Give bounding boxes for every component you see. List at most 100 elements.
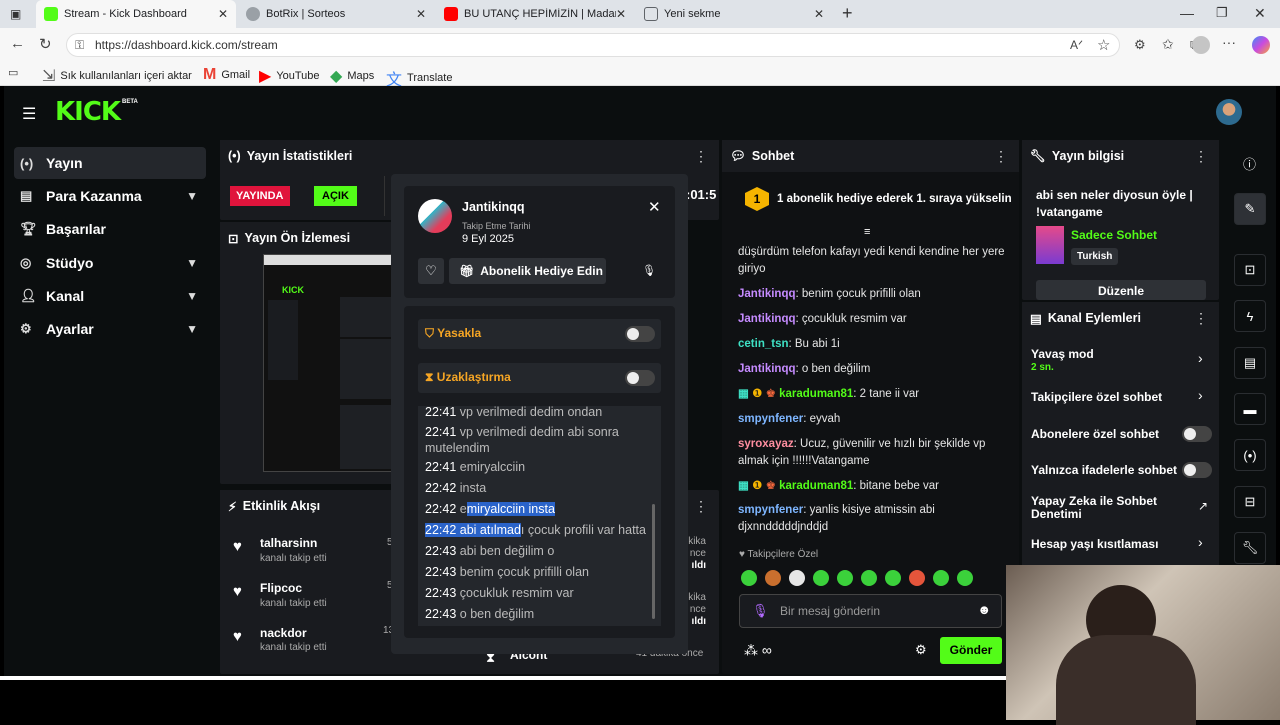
layout-tool-button[interactable]: ⊟	[1234, 486, 1266, 518]
extension-icon[interactable]: ⚙	[1134, 37, 1146, 53]
external-link-icon[interactable]: ↗	[1198, 499, 1208, 513]
heart-icon: ♥	[233, 628, 242, 645]
emote-icon	[789, 570, 805, 586]
url-field[interactable]: ⚿ https://dashboard.kick.com/stream	[66, 33, 1120, 57]
bookmark-youtube[interactable]: ▶ YouTube	[259, 66, 320, 86]
settings-tool-button[interactable]: 🔧︎	[1234, 532, 1266, 564]
bookmark-gmail[interactable]: M Gmail	[203, 66, 250, 84]
info-icon[interactable]: ⓘ	[1243, 154, 1256, 173]
user-message-log[interactable]: 22:41 vp verilmedi dedim ondan 22:41 vp …	[418, 406, 661, 626]
reload-icon[interactable]: ↻	[39, 35, 52, 53]
close-window-icon[interactable]: ✕	[1254, 5, 1266, 22]
reading-list-icon[interactable]: ▭	[8, 66, 18, 79]
subscribers-chat-toggle[interactable]	[1182, 426, 1212, 442]
category-name[interactable]: Sadece Sohbet	[1071, 228, 1157, 242]
bookmark-label: Gmail	[221, 69, 251, 81]
hamburger-menu-icon[interactable]: ☰	[22, 104, 36, 124]
sidebar-item-label: Para Kazanma	[46, 188, 142, 204]
stream-info-menu-icon[interactable]: ⋮	[1194, 148, 1268, 165]
browser-tab-botrix[interactable]: BotRix | Sorteos ✕	[238, 0, 434, 28]
filter-icon[interactable]: ≡	[864, 226, 870, 238]
chat-tool-button[interactable]: ▬	[1234, 393, 1266, 425]
list-icon: ▤	[1030, 311, 1042, 326]
chat-input[interactable]: 🎙︎ Bir mesaj gönderin ☻	[739, 594, 1002, 628]
sidebar-item-studyo[interactable]: ◎ Stüdyo ▼	[14, 247, 206, 279]
chat-settings-icon[interactable]: ⚙	[915, 642, 927, 658]
account-age-label[interactable]: Hesap yaşı kısıtlaması	[1031, 537, 1158, 551]
followers-chat-label[interactable]: Takipçilere özel sohbet	[1031, 390, 1162, 404]
new-tab-button[interactable]: +	[842, 3, 853, 24]
sidebar-item-label: Kanal	[46, 288, 85, 304]
notes-tool-button[interactable]: ▤	[1234, 347, 1266, 379]
close-tab-icon[interactable]: ✕	[615, 7, 626, 21]
gift-leaderboard-text[interactable]: 1 abonelik hediye ederek 1. sıraya yükse…	[777, 193, 1012, 205]
points-icon[interactable]: ⁂ ∞	[744, 642, 772, 659]
close-tab-icon[interactable]: ✕	[218, 7, 228, 21]
favorite-star-icon[interactable]: ☆	[1097, 36, 1110, 54]
user-avatar[interactable]	[1216, 99, 1242, 125]
sidebar-item-ayarlar[interactable]: ⚙ Ayarlar ▼	[14, 313, 206, 345]
action-tool-button[interactable]: ϟ	[1234, 300, 1266, 332]
emote-icon	[885, 570, 901, 586]
stream-preview-video[interactable]: KICK	[263, 254, 399, 472]
edit-tool-button[interactable]: ✎	[1234, 193, 1266, 225]
pencil-icon: ✎	[1244, 201, 1256, 216]
maximize-icon[interactable]: ❐	[1216, 5, 1228, 21]
follow-heart-button[interactable]: ♡	[418, 258, 444, 284]
close-tab-icon[interactable]: ✕	[814, 7, 824, 21]
tab-actions-icon[interactable]: ▣	[10, 7, 21, 21]
preview-stats	[340, 297, 396, 337]
browser-tab-youtube[interactable]: BU UTANÇ HEPİMİZİN | Madara C ✕	[436, 0, 634, 28]
mic-icon[interactable]: 🎙︎	[752, 603, 769, 619]
close-tab-icon[interactable]: ✕	[416, 7, 426, 21]
chevron-right-icon[interactable]: ›	[1198, 350, 1203, 366]
mute-mic-icon[interactable]: 🎙︎	[642, 264, 656, 277]
close-icon[interactable]: ✕	[648, 198, 661, 216]
emote-only-toggle[interactable]	[1182, 462, 1212, 478]
edit-stream-button[interactable]: Düzenle	[1036, 280, 1206, 300]
crown-badge-icon: ♚	[765, 480, 776, 492]
log-scrollbar[interactable]	[652, 504, 655, 619]
wallet-icon: ▤	[20, 188, 33, 203]
chevron-right-icon[interactable]: ›	[1198, 534, 1203, 550]
sidebar-item-yayin[interactable]: (•) Yayın	[14, 147, 206, 179]
emote-icon	[765, 570, 781, 586]
sidebar-item-kanal[interactable]: 👤︎ Kanal ▼	[14, 280, 206, 312]
bookmark-maps[interactable]: ◆ Maps	[330, 66, 374, 86]
read-aloud-icon[interactable]: Aᐟ	[1070, 38, 1083, 52]
browser-tab-kick[interactable]: Stream - Kick Dashboard ✕	[36, 0, 236, 28]
kick-logo[interactable]: KICK	[55, 97, 121, 127]
event-username[interactable]: nackdor	[260, 626, 307, 640]
sidebar-item-basarilar[interactable]: 🏆︎ Başarılar	[14, 213, 206, 245]
sidebar-item-para-kazanma[interactable]: ▤ Para Kazanma ▼	[14, 180, 206, 212]
event-username[interactable]: talharsinn	[260, 536, 317, 550]
sidebar-item-label: Ayarlar	[46, 321, 94, 337]
emoji-icon[interactable]: ☻	[977, 602, 991, 617]
bookmark-import[interactable]: ⇲ Sık kullanılanları içeri aktar	[42, 66, 192, 86]
more-menu-icon[interactable]: ···	[1222, 34, 1236, 50]
favorites-icon[interactable]: ✩	[1162, 36, 1174, 53]
browser-tab-new[interactable]: Yeni sekme ✕	[636, 0, 832, 28]
site-info-icon[interactable]: ⚿	[75, 34, 84, 56]
chat-message: syroxayaz: Ucuz, güvenilir ve hızlı bir …	[738, 438, 986, 467]
ban-toggle[interactable]	[625, 326, 655, 342]
profile-avatar[interactable]	[1192, 36, 1210, 54]
minimize-icon[interactable]: —	[1180, 5, 1194, 21]
slow-mode-label[interactable]: Yavaş mod	[1031, 347, 1094, 361]
timeout-toggle[interactable]	[625, 370, 655, 386]
url-text: https://dashboard.kick.com/stream	[95, 38, 278, 52]
event-username[interactable]: Flipcoc	[260, 581, 302, 595]
scene-tool-button[interactable]: ⊡	[1234, 254, 1266, 286]
emote-bar[interactable]	[741, 570, 1003, 588]
ai-moderation-label[interactable]: Yapay Zeka ile Sohbet Denetimi	[1031, 495, 1181, 521]
category-thumbnail[interactable]	[1036, 226, 1064, 264]
broadcast-tool-button[interactable]: (•)	[1234, 439, 1266, 471]
bookmark-label: YouTube	[276, 70, 320, 82]
chevron-right-icon[interactable]: ›	[1198, 387, 1203, 403]
back-icon[interactable]: ←	[10, 35, 25, 52]
user-card-username[interactable]: Jantikinqq	[462, 200, 525, 214]
send-button[interactable]: Gönder	[940, 637, 1002, 664]
gift-sub-button[interactable]: 🎁︎ Abonelik Hediye Edin	[449, 258, 606, 284]
log-line: 22:43 çocukluk resmim var	[425, 586, 574, 600]
copilot-icon[interactable]	[1252, 36, 1270, 54]
